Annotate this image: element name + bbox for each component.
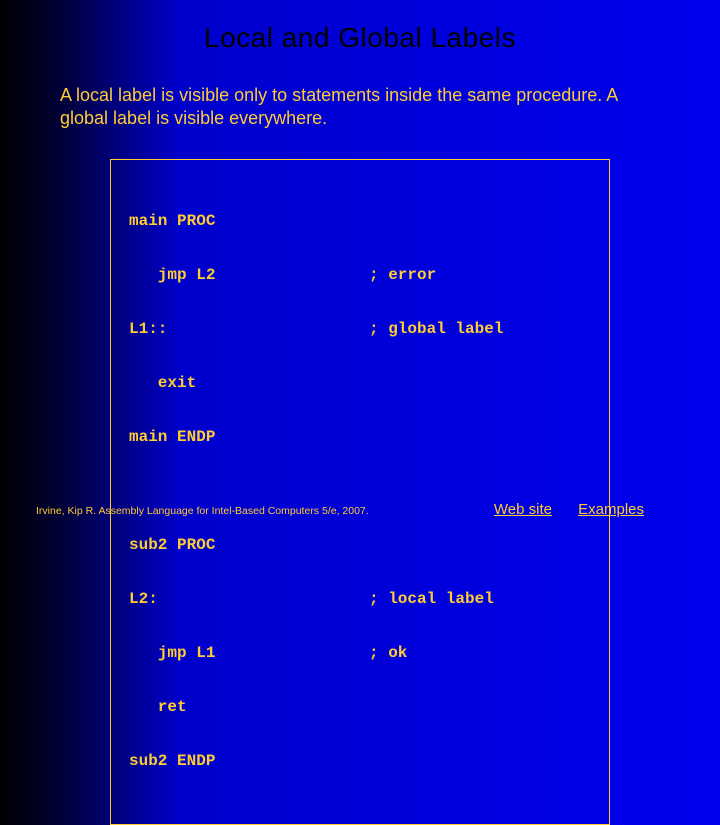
code-line: L2: (129, 590, 369, 608)
code-line: sub2 ENDP (129, 752, 369, 770)
code-block-sub2: sub2 PROC L2:; local label jmp L1; ok re… (129, 500, 591, 806)
code-line: jmp L2 (129, 266, 369, 284)
code-line: ret (129, 698, 369, 716)
body-paragraph: A local label is visible only to stateme… (60, 84, 660, 131)
code-comment: ; global label (369, 320, 503, 338)
website-link[interactable]: Web site (494, 501, 552, 518)
code-comment: ; local label (369, 590, 494, 608)
code-box: main PROC jmp L2; error L1::; global lab… (110, 159, 610, 825)
code-line: sub2 PROC (129, 536, 369, 554)
code-line: exit (129, 374, 369, 392)
citation-text: Irvine, Kip R. Assembly Language for Int… (36, 505, 369, 517)
footer-links: Web site Examples (472, 501, 644, 518)
code-line: main PROC (129, 212, 369, 230)
code-line: main ENDP (129, 428, 369, 446)
footer-bar: Irvine, Kip R. Assembly Language for Int… (36, 501, 684, 518)
examples-link[interactable]: Examples (578, 501, 644, 518)
code-comment: ; error (369, 266, 436, 284)
code-line: jmp L1 (129, 644, 369, 662)
code-block-main: main PROC jmp L2; error L1::; global lab… (129, 176, 591, 482)
code-line: L1:: (129, 320, 369, 338)
code-comment: ; ok (369, 644, 407, 662)
slide-title: Local and Global Labels (0, 0, 720, 54)
